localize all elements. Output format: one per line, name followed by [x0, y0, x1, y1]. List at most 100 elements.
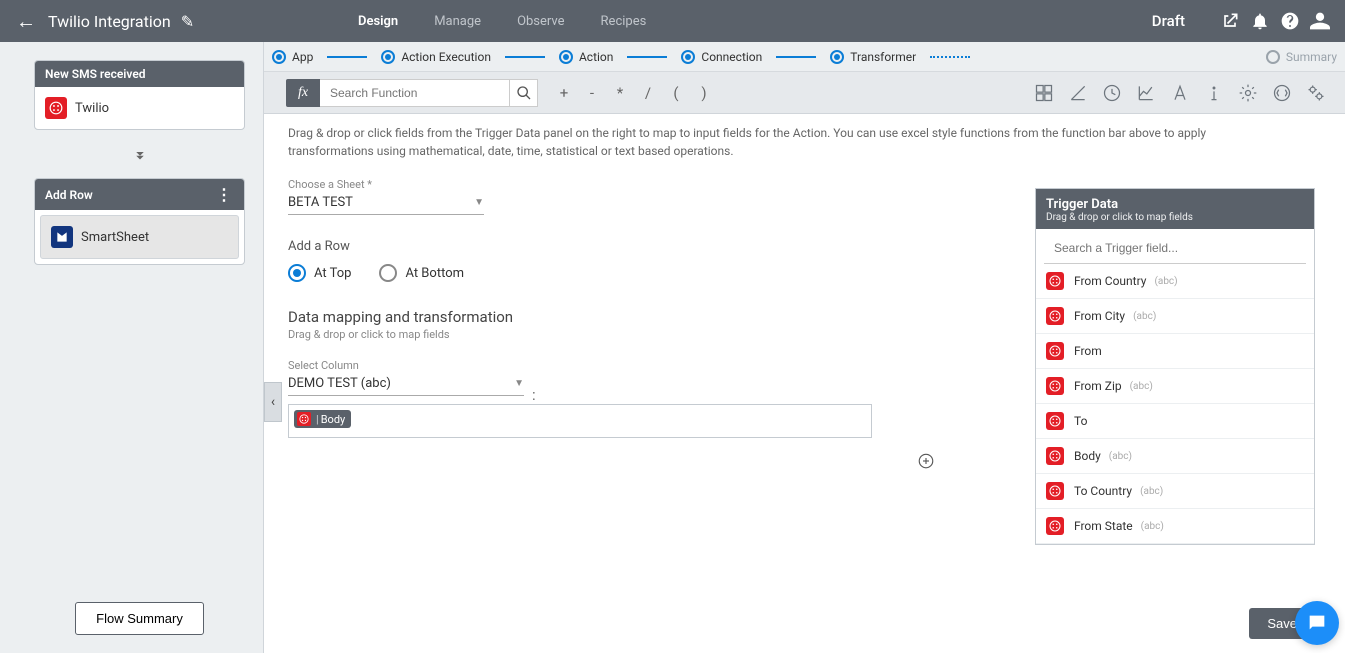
card-menu-icon[interactable]: ⋮: [214, 185, 234, 204]
add-column-button[interactable]: [917, 452, 935, 474]
trigger-field-label: From: [1074, 344, 1102, 358]
op-paren-close[interactable]: ): [690, 84, 718, 102]
twilio-icon: [1046, 517, 1064, 535]
step-app[interactable]: App: [272, 50, 313, 64]
sheet-value: BETA TEST: [288, 195, 353, 210]
trigger-provider-label: Twilio: [75, 101, 109, 116]
trigger-search-input[interactable]: [1044, 233, 1306, 264]
trigger-panel-subtitle: Drag & drop or click to map fields: [1046, 212, 1304, 223]
action-card-title: Add Row: [45, 188, 93, 202]
tool-cogs-icon[interactable]: [1299, 83, 1333, 103]
op-paren-open[interactable]: (: [662, 84, 690, 102]
status-badge: Draft: [1132, 12, 1205, 30]
action-card[interactable]: Add Row ⋮ SmartSheet: [34, 178, 245, 265]
trigger-field-item[interactable]: Body (abc): [1036, 439, 1314, 474]
step-action-execution[interactable]: Action Execution: [381, 50, 491, 64]
tool-brackets-icon[interactable]: [1265, 83, 1299, 103]
trigger-field-item[interactable]: To Country (abc): [1036, 474, 1314, 509]
trigger-field-item[interactable]: From State (abc): [1036, 509, 1314, 544]
twilio-icon: [1046, 482, 1064, 500]
function-search-input[interactable]: [320, 79, 510, 107]
trigger-field-item[interactable]: From Country (abc): [1036, 264, 1314, 299]
op-plus[interactable]: +: [550, 84, 578, 102]
op-minus[interactable]: -: [578, 84, 606, 102]
field-token-body[interactable]: | Body: [294, 410, 351, 428]
op-multiply[interactable]: *: [606, 84, 634, 102]
trigger-field-label: To Country: [1074, 484, 1132, 498]
colon-separator: :: [532, 386, 536, 404]
twilio-icon: [45, 97, 67, 119]
twilio-icon: [1046, 412, 1064, 430]
tool-angle-icon[interactable]: [1061, 83, 1095, 103]
function-bar: fx + - * / ( ): [264, 72, 1345, 114]
tool-text-icon[interactable]: [1163, 83, 1197, 103]
trigger-field-label: From State: [1074, 519, 1133, 533]
trigger-field-item[interactable]: From Zip (abc): [1036, 369, 1314, 404]
tool-math-icon[interactable]: [1027, 83, 1061, 103]
op-divide[interactable]: /: [634, 84, 662, 102]
trigger-field-label: To: [1074, 414, 1087, 428]
flow-summary-button[interactable]: Flow Summary: [75, 602, 204, 635]
twilio-icon: [1046, 377, 1064, 395]
chevron-down-icon: ▼: [474, 197, 484, 208]
chat-bubble-icon[interactable]: [1295, 601, 1339, 645]
trigger-card-title: New SMS received: [45, 67, 146, 81]
trigger-field-type: (abc): [1109, 451, 1132, 462]
flow-connector-icon: [34, 146, 245, 164]
mapping-input[interactable]: | Body: [288, 404, 872, 438]
step-connection[interactable]: Connection: [681, 50, 762, 64]
topbar: ← Twilio Integration ✎ Design Manage Obs…: [0, 0, 1345, 42]
twilio-icon: [297, 412, 311, 426]
bell-icon[interactable]: [1245, 11, 1275, 31]
edit-pencil-icon[interactable]: ✎: [181, 12, 194, 31]
trigger-field-label: From Zip: [1074, 379, 1122, 393]
tool-clock-icon[interactable]: [1095, 83, 1129, 103]
tool-chart-icon[interactable]: [1129, 83, 1163, 103]
trigger-field-label: From Country: [1074, 274, 1146, 288]
trigger-panel-title: Trigger Data: [1046, 197, 1304, 212]
page-title: Twilio Integration: [48, 12, 171, 31]
step-summary[interactable]: Summary: [1266, 50, 1337, 64]
search-icon[interactable]: [510, 79, 538, 107]
trigger-field-item[interactable]: From City (abc): [1036, 299, 1314, 334]
stepper: App Action Execution Action Connection: [264, 42, 1345, 72]
radio-at-bottom[interactable]: At Bottom: [379, 264, 464, 282]
trigger-field-type: (abc): [1154, 276, 1177, 287]
nav-manage[interactable]: Manage: [416, 0, 499, 42]
fx-icon[interactable]: fx: [286, 79, 320, 107]
trigger-field-label: From City: [1074, 309, 1125, 323]
trigger-field-label: Body: [1074, 449, 1101, 463]
nav-recipes[interactable]: Recipes: [583, 0, 665, 42]
tool-info-icon[interactable]: [1197, 83, 1231, 103]
column-select[interactable]: DEMO TEST (abc) ▼: [288, 374, 524, 396]
twilio-icon: [1046, 307, 1064, 325]
trigger-field-type: (abc): [1141, 521, 1164, 532]
nav-design[interactable]: Design: [340, 0, 416, 42]
tool-gear-icon[interactable]: [1231, 83, 1265, 103]
action-provider-label: SmartSheet: [81, 230, 149, 245]
twilio-icon: [1046, 272, 1064, 290]
trigger-data-panel: Trigger Data Drag & drop or click to map…: [1035, 188, 1315, 545]
trigger-field-type: (abc): [1140, 486, 1163, 497]
description-text: Drag & drop or click fields from the Tri…: [288, 124, 1248, 160]
trigger-field-item[interactable]: To: [1036, 404, 1314, 439]
step-action[interactable]: Action: [559, 50, 613, 64]
center-area: ‹ App Action Execution Action: [264, 42, 1345, 653]
trigger-fields-list: From Country (abc) From City (abc) From …: [1036, 264, 1314, 544]
radio-at-top[interactable]: At Top: [288, 264, 351, 282]
help-icon[interactable]: [1275, 11, 1305, 31]
chevron-down-icon: ▼: [514, 378, 524, 389]
trigger-card[interactable]: New SMS received Twilio: [34, 60, 245, 130]
back-arrow-icon[interactable]: ←: [8, 9, 44, 34]
trigger-field-item[interactable]: From: [1036, 334, 1314, 369]
sidebar: New SMS received Twilio Add Row ⋮: [0, 42, 264, 653]
nav-observe[interactable]: Observe: [499, 0, 582, 42]
open-external-icon[interactable]: [1215, 11, 1245, 31]
sheet-select[interactable]: BETA TEST ▼: [288, 193, 484, 215]
trigger-field-type: (abc): [1133, 311, 1156, 322]
twilio-icon: [1046, 447, 1064, 465]
user-icon[interactable]: [1305, 11, 1335, 31]
smartsheet-icon: [51, 226, 73, 248]
step-transformer[interactable]: Transformer: [830, 50, 916, 64]
trigger-field-type: (abc): [1130, 381, 1153, 392]
